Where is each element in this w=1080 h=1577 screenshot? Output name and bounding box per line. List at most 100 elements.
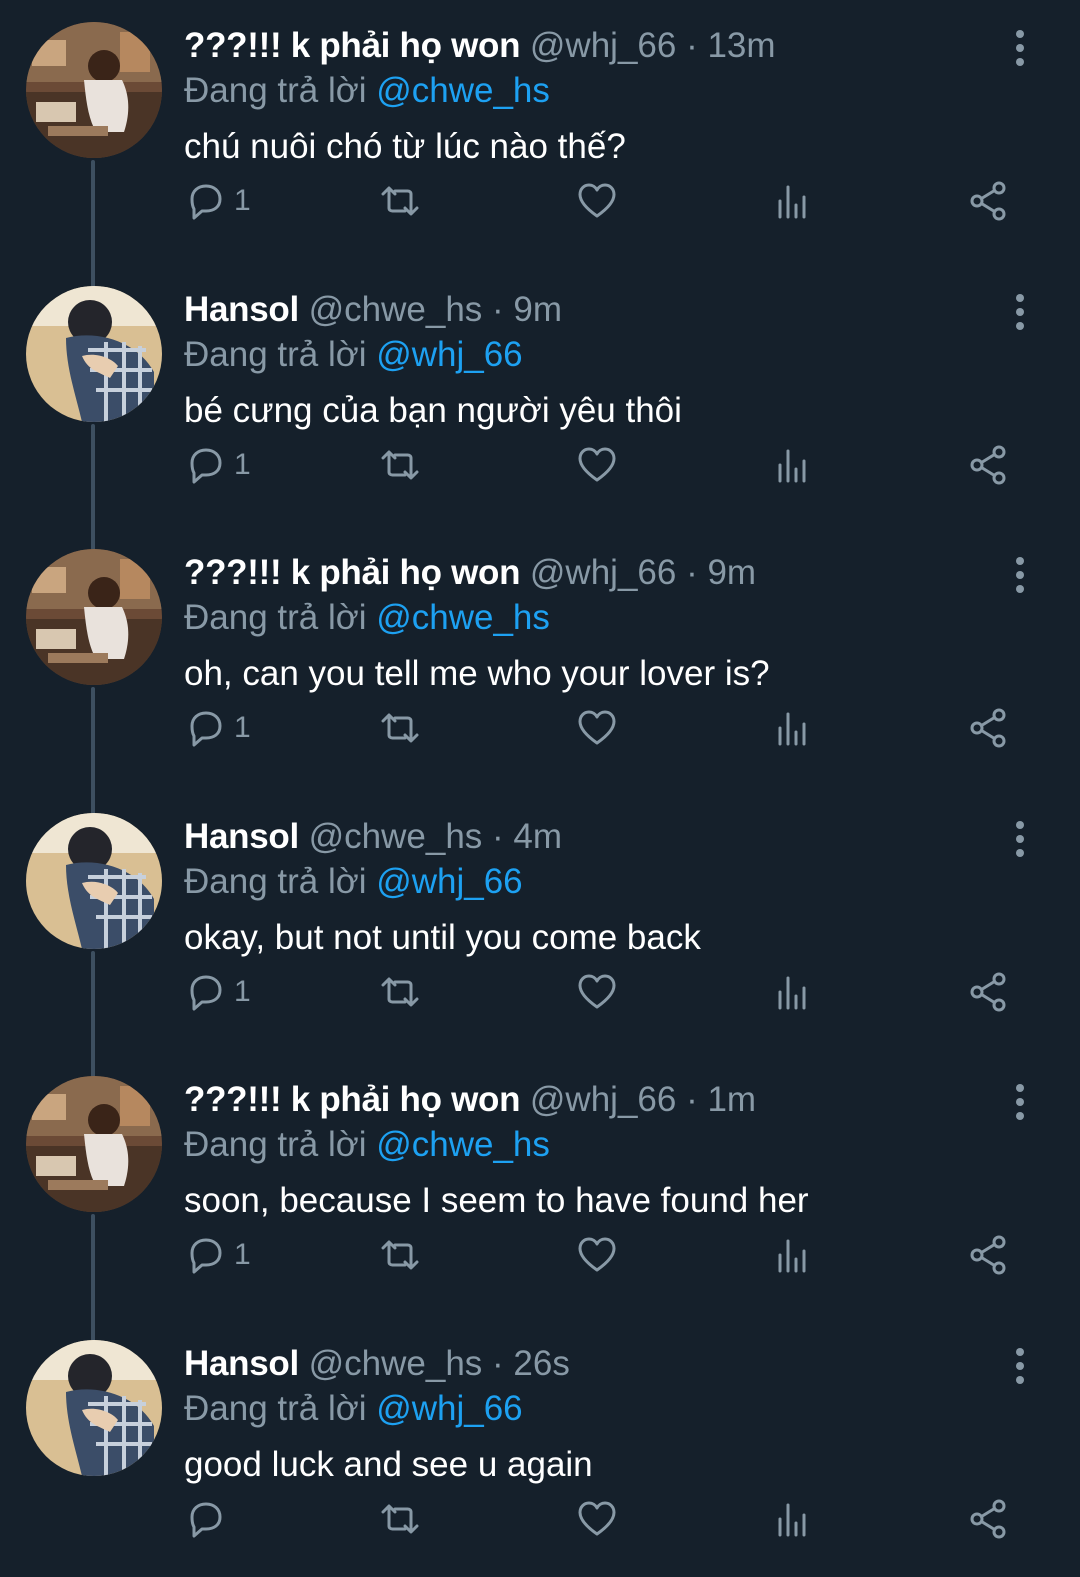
boy-avatar-image [26, 1340, 162, 1476]
separator-dot: · [492, 817, 504, 856]
timestamp[interactable]: 13m [707, 26, 775, 65]
display-name[interactable]: ???!!! k phải họ won [184, 553, 520, 592]
replying-to-handle[interactable]: @whj_66 [376, 862, 522, 901]
boy-avatar[interactable] [26, 1340, 162, 1476]
tweet[interactable]: Hansol @chwe_hs · 26s Đang trả lời @whj_… [0, 1318, 1080, 1577]
display-name[interactable]: Hansol [184, 290, 299, 329]
user-handle[interactable]: @chwe_hs [309, 1344, 483, 1383]
more-icon [1016, 294, 1024, 330]
more-icon [1016, 30, 1024, 66]
more-options-button[interactable] [1008, 555, 1032, 595]
like-button[interactable] [575, 1229, 619, 1281]
retweet-button[interactable] [378, 175, 422, 227]
replying-to-handle[interactable]: @chwe_hs [376, 1125, 550, 1164]
reply-button[interactable] [184, 1493, 234, 1545]
stats-icon [778, 712, 806, 746]
user-handle[interactable]: @whj_66 [530, 26, 676, 65]
replying-to-handle[interactable]: @whj_66 [376, 335, 522, 374]
share-button[interactable] [966, 439, 1010, 491]
display-name[interactable]: Hansol [184, 1344, 299, 1383]
timestamp[interactable]: 4m [513, 817, 562, 856]
replying-to-label: Đang trả lời [184, 335, 367, 374]
replying-to: Đang trả lời @chwe_hs [184, 67, 550, 115]
tweet[interactable]: Hansol @chwe_hs · 4m Đang trả lời @whj_6… [0, 791, 1080, 1081]
stats-icon [778, 976, 806, 1010]
reply-button[interactable]: 1 [184, 175, 251, 227]
stats-button[interactable] [770, 966, 814, 1018]
reply-icon [190, 975, 222, 1011]
tweet-actions: 1 [0, 702, 1080, 754]
girl-avatar[interactable] [26, 1076, 162, 1212]
tweet-header: Hansol @chwe_hs · 9m [184, 286, 562, 334]
tweet[interactable]: ???!!! k phải họ won @whj_66 · 1m Đang t… [0, 1054, 1080, 1344]
tweet[interactable]: ???!!! k phải họ won @whj_66 · 13m Đang … [0, 0, 1080, 290]
user-handle[interactable]: @whj_66 [530, 553, 676, 592]
tweet[interactable]: ???!!! k phải họ won @whj_66 · 9m Đang t… [0, 527, 1080, 817]
share-button[interactable] [966, 1229, 1010, 1281]
like-button[interactable] [575, 702, 619, 754]
stats-icon [778, 449, 806, 483]
retweet-button[interactable] [378, 439, 422, 491]
user-handle[interactable]: @chwe_hs [309, 290, 483, 329]
like-button[interactable] [575, 439, 619, 491]
more-options-button[interactable] [1008, 1346, 1032, 1386]
stats-button[interactable] [770, 1493, 814, 1545]
girl-avatar[interactable] [26, 549, 162, 685]
tweet-text: oh, can you tell me who your lover is? [184, 654, 770, 693]
more-options-button[interactable] [1008, 819, 1032, 859]
stats-button[interactable] [770, 1229, 814, 1281]
retweet-button[interactable] [378, 702, 422, 754]
share-button[interactable] [966, 175, 1010, 227]
stats-button[interactable] [770, 175, 814, 227]
display-name[interactable]: ???!!! k phải họ won [184, 26, 520, 65]
tweet-header: ???!!! k phải họ won @whj_66 · 1m [184, 1076, 756, 1124]
retweet-icon [381, 1504, 419, 1534]
reply-icon [190, 1502, 222, 1538]
tweet-text: okay, but not until you come back [184, 918, 701, 957]
retweet-button[interactable] [378, 1493, 422, 1545]
display-name[interactable]: Hansol [184, 817, 299, 856]
like-icon [578, 710, 616, 745]
more-options-button[interactable] [1008, 1082, 1032, 1122]
display-name[interactable]: ???!!! k phải họ won [184, 1080, 520, 1119]
more-options-button[interactable] [1008, 292, 1032, 332]
tweet[interactable]: Hansol @chwe_hs · 9m Đang trả lời @whj_6… [0, 264, 1080, 554]
replying-to-handle[interactable]: @chwe_hs [376, 71, 550, 110]
replying-to-handle[interactable]: @chwe_hs [376, 598, 550, 637]
like-button[interactable] [575, 175, 619, 227]
reply-button[interactable]: 1 [184, 439, 251, 491]
reply-count: 1 [234, 711, 251, 744]
boy-avatar[interactable] [26, 813, 162, 949]
user-handle[interactable]: @chwe_hs [309, 817, 483, 856]
boy-avatar[interactable] [26, 286, 162, 422]
like-button[interactable] [575, 1493, 619, 1545]
share-button[interactable] [966, 1493, 1010, 1545]
tweet-header: Hansol @chwe_hs · 26s [184, 1340, 570, 1388]
replying-to: Đang trả lời @chwe_hs [184, 594, 550, 642]
girl-avatar-image [26, 549, 162, 685]
timestamp[interactable]: 9m [513, 290, 562, 329]
user-handle[interactable]: @whj_66 [530, 1080, 676, 1119]
tweet-actions: 1 [0, 175, 1080, 227]
replying-to-handle[interactable]: @whj_66 [376, 1389, 522, 1428]
more-icon [1016, 821, 1024, 857]
reply-button[interactable]: 1 [184, 1229, 251, 1281]
retweet-button[interactable] [378, 966, 422, 1018]
more-options-button[interactable] [1008, 28, 1032, 68]
reply-count: 1 [234, 184, 251, 217]
timestamp[interactable]: 1m [707, 1080, 756, 1119]
like-button[interactable] [575, 966, 619, 1018]
boy-avatar-image [26, 813, 162, 949]
share-button[interactable] [966, 702, 1010, 754]
share-button[interactable] [966, 966, 1010, 1018]
timestamp[interactable]: 9m [707, 553, 756, 592]
replying-to-label: Đang trả lời [184, 598, 367, 637]
stats-button[interactable] [770, 439, 814, 491]
retweet-button[interactable] [378, 1229, 422, 1281]
timestamp[interactable]: 26s [513, 1344, 569, 1383]
stats-button[interactable] [770, 702, 814, 754]
reply-button[interactable]: 1 [184, 966, 251, 1018]
girl-avatar[interactable] [26, 22, 162, 158]
tweet-actions: 1 [0, 966, 1080, 1018]
reply-button[interactable]: 1 [184, 702, 251, 754]
